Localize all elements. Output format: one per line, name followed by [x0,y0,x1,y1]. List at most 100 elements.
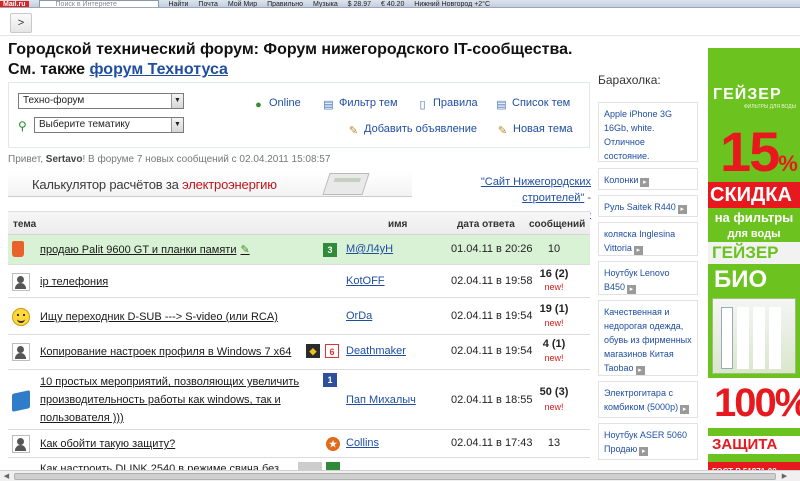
categories-icon: ⚲ [18,119,27,133]
new-topic-link[interactable]: ✎ Новая тема [496,123,573,137]
ad-item[interactable]: коляска Inglesina Vittoria ▸ [598,222,698,256]
arrow-right-icon: ▸ [633,246,643,255]
banner-text-red: электроэнергию [182,177,277,192]
topic-title[interactable]: продаю Palit 9600 GT и планки памяти ✎ [40,241,250,259]
electricity-calculator-banner[interactable]: Калькулятор расчётов за электроэнергию [8,171,412,197]
for-water-label: для воды [727,228,781,240]
topic-title[interactable]: Как обойти такую защиту? [40,435,175,453]
dropdown-arrow-icon: ▼ [171,94,183,108]
message-count: 50 (3) [539,386,569,398]
ad-item[interactable]: Колонки ▸ [598,168,698,190]
protection-label: ЗАЩИТА [708,436,800,454]
scroll-right-icon[interactable]: ▶ [780,472,789,481]
message-count: 13 [547,437,561,449]
table-row[interactable]: ip телефония KotOFF 02.04.11 в 19:58 16 … [8,265,590,298]
greeting-username[interactable]: Sertavo [46,154,83,165]
message-count: 16 (2) [539,268,569,280]
geyser-subtitle: ФИЛЬТРЫ ДЛЯ ВОДЫ [744,104,797,110]
author-link[interactable]: Collins [346,437,379,449]
filter-topics-link[interactable]: ▤ Фильтр тем [322,97,397,111]
toolbar-correct-link[interactable]: Правильно [267,1,303,7]
builders-site-link[interactable]: "Сайт Нижегородских строителей" [481,176,591,204]
greeting-rest: ! В форуме 7 новых сообщений с 02.04.201… [82,154,331,165]
arrow-right-icon: ▸ [640,178,650,187]
toolbar-weather[interactable]: Нижний Новгород +2°C [414,1,490,7]
scroll-left-icon[interactable]: ◀ [2,472,11,481]
author-link[interactable]: M@Л4уН [346,243,393,255]
topic-title-line: 10 простых мероприятий, позволяющих увел… [40,376,300,388]
greeting-prefix: Привет, [8,154,44,165]
toolbar-myworld-link[interactable]: Мой Мир [228,1,257,7]
table-row[interactable]: продаю Palit 9600 GT и планки памяти ✎ 3 … [8,235,590,265]
author-link[interactable]: Deathmaker [346,345,406,357]
technotus-forum-link[interactable]: форум Технотуса [90,61,228,78]
topic-title-line: пользователя ))) [40,412,124,424]
topic-list-label: Список тем [512,97,571,109]
topic-list-link[interactable]: ▤ Список тем [495,97,570,111]
filter-icon: ▤ [323,99,334,111]
topic-title[interactable]: Копирование настроек профиля в Windows 7… [40,343,291,361]
table-row[interactable]: Копирование настроек профиля в Windows 7… [8,335,590,370]
arrow-right-icon: ▸ [635,366,645,375]
scrollbar-thumb[interactable] [14,473,776,480]
forum-select[interactable]: Техно-форум ▼ [18,93,184,109]
topic-title[interactable]: 10 простых мероприятий, позволяющих увел… [40,373,299,427]
rank-badge-icon: 1 [323,373,337,387]
banner-text-main: Калькулятор расчётов за [32,177,179,192]
toolbar-search-input[interactable]: Поиск в Интернете [38,0,159,7]
add-ad-label: Добавить объявление [364,123,478,135]
col-messages[interactable]: сообщений [529,219,585,230]
col-date[interactable]: дата ответа [457,219,515,230]
ad-item[interactable]: Ноутбук Lenovo B450 ▸ [598,261,698,295]
expand-chevron-button[interactable]: > [10,13,32,33]
author-link[interactable]: KotOFF [346,275,385,287]
document-icon: ▯ [419,99,426,111]
medal-icon: ★ [326,437,340,451]
table-row[interactable]: Как обойти такую защиту? ★ Collins 02.04… [8,430,590,458]
ad-item[interactable]: Качественная и недорогая одежда, обувь и… [598,300,698,376]
table-row[interactable]: Ищу переходник D-SUB ---> S-video (или R… [8,298,590,335]
hundred-percent: 100% [708,378,800,428]
topic-title[interactable]: ip телефония [40,273,108,291]
mailru-logo[interactable]: Mail.ru [0,1,29,7]
toolbar-search-button[interactable]: Найти [168,1,188,7]
ad-item[interactable]: Электрогитара с комбиком (5000р) ▸ [598,381,698,418]
ad-item[interactable]: Ноутбук ASER 5060 Продаю ▸ [598,423,698,460]
topic-select[interactable]: Выберите тематику ▼ [34,117,184,133]
flea-market-title: Барахолка: [598,73,661,87]
topic-title-line: производительность работы как windows, т… [40,394,281,406]
topic-title[interactable]: Как настроить DLINK 2540 в режиме свича … [40,460,279,470]
online-link[interactable]: ● Online [252,97,301,111]
online-label: Online [269,97,301,109]
author-link[interactable]: OrDa [346,310,372,322]
table-row[interactable]: 10 простых мероприятий, позволяющих увел… [8,370,590,430]
message-count: 4 (1) [542,338,566,350]
rules-link[interactable]: ▯ Правила [416,97,477,111]
arrow-right-icon: ▸ [627,285,637,294]
table-row[interactable]: Как настроить DLINK 2540 в режиме свича … [8,458,590,470]
col-name[interactable]: имя [388,219,407,230]
add-ad-link[interactable]: ✎ Добавить объявление [347,123,477,137]
rank-badge-icon [326,462,340,470]
shield-icon: ◆ [306,344,320,358]
topics-table-header: тема имя дата ответа сообщений [8,211,590,235]
arrow-right-icon: ▸ [639,447,649,456]
geyser-banner-ad[interactable]: ГЕЙЗЕР ФИЛЬТРЫ ДЛЯ ВОДЫ 15% СКИДКА на фи… [708,48,800,481]
horizontal-scrollbar[interactable]: ◀ ▶ [0,470,800,481]
user-icon: ● [255,99,262,111]
reply-date: 02.04.11 в 18:55 [451,394,533,406]
col-topic[interactable]: тема [13,219,36,230]
arrow-right-icon: ▸ [677,205,687,214]
toolbar-eur-rate: € 40.20 [380,1,405,8]
author-link[interactable]: Пап Михалыч [346,394,416,406]
toolbar-mail-link[interactable]: Почта [198,1,217,7]
reply-date: 02.04.11 в 17:43 [451,437,533,449]
smile-icon [12,308,30,326]
toolbar-music-link[interactable]: Музыка [313,1,338,7]
new-badge: new! [544,353,564,363]
topic-title[interactable]: Ищу переходник D-SUB ---> S-video (или R… [40,308,278,326]
ad-item[interactable]: Руль Saitek R440 ▸ [598,195,698,217]
ad-item[interactable]: Apple iPhone 3G 16Gb, white. Отличное со… [598,102,698,162]
user-icon [12,343,30,361]
message-count: 19 (1) [539,303,569,315]
